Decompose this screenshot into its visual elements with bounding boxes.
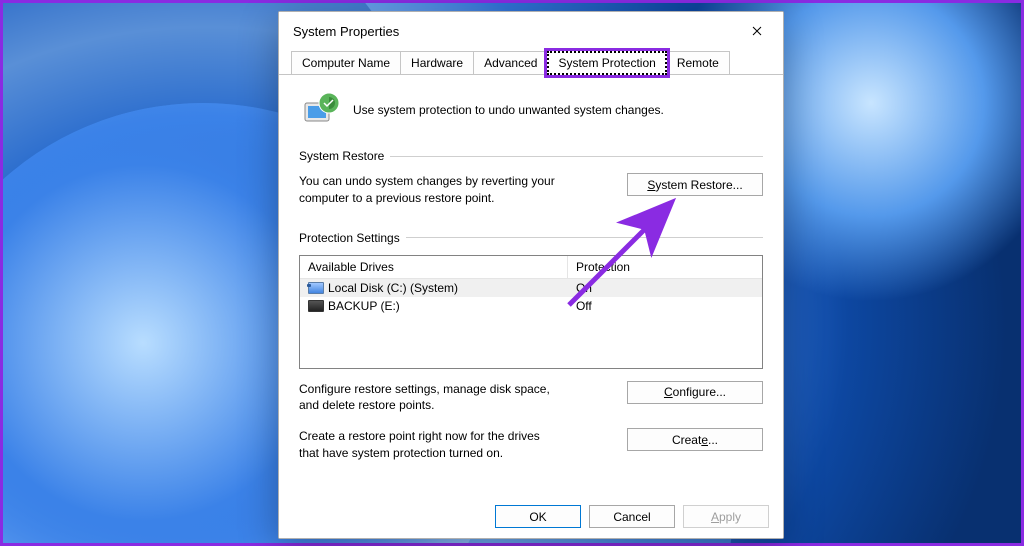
intro-text: Use system protection to undo unwanted s…: [353, 103, 664, 117]
titlebar[interactable]: System Properties: [279, 12, 783, 50]
configure-button[interactable]: Configure...: [627, 381, 763, 404]
create-description: Create a restore point right now for the…: [299, 428, 559, 462]
tab-strip: Computer Name Hardware Advanced System P…: [279, 50, 783, 74]
tab-hardware[interactable]: Hardware: [400, 51, 474, 75]
tab-system-protection[interactable]: System Protection: [547, 51, 666, 75]
tab-advanced[interactable]: Advanced: [473, 51, 548, 75]
configure-description: Configure restore settings, manage disk …: [299, 381, 559, 415]
close-icon[interactable]: [735, 16, 779, 46]
table-row[interactable]: BACKUP (E:) Off: [300, 297, 762, 315]
col-protection[interactable]: Protection: [568, 256, 762, 278]
system-restore-group-label: System Restore: [299, 149, 763, 163]
tab-computer-name[interactable]: Computer Name: [291, 51, 401, 75]
tab-content: Use system protection to undo unwanted s…: [279, 74, 783, 495]
drives-table[interactable]: Available Drives Protection Local Disk (…: [299, 255, 763, 369]
cancel-button[interactable]: Cancel: [589, 505, 675, 528]
system-restore-button[interactable]: System Restore...: [627, 173, 763, 196]
system-properties-dialog: System Properties Computer Name Hardware…: [278, 11, 784, 539]
create-button[interactable]: Create...: [627, 428, 763, 451]
restore-description: You can undo system changes by reverting…: [299, 173, 559, 207]
drives-table-header: Available Drives Protection: [300, 256, 762, 279]
tab-remote[interactable]: Remote: [666, 51, 730, 75]
col-available-drives[interactable]: Available Drives: [300, 256, 568, 278]
dialog-button-bar: OK Cancel Apply: [279, 495, 783, 538]
table-row[interactable]: Local Disk (C:) (System) On: [300, 279, 762, 297]
protection-settings-group-label: Protection Settings: [299, 231, 763, 245]
window-title: System Properties: [293, 24, 735, 39]
drive-icon: [308, 300, 324, 312]
system-protection-icon: [299, 89, 341, 131]
ok-button[interactable]: OK: [495, 505, 581, 528]
drive-icon: [308, 282, 324, 294]
apply-button: Apply: [683, 505, 769, 528]
